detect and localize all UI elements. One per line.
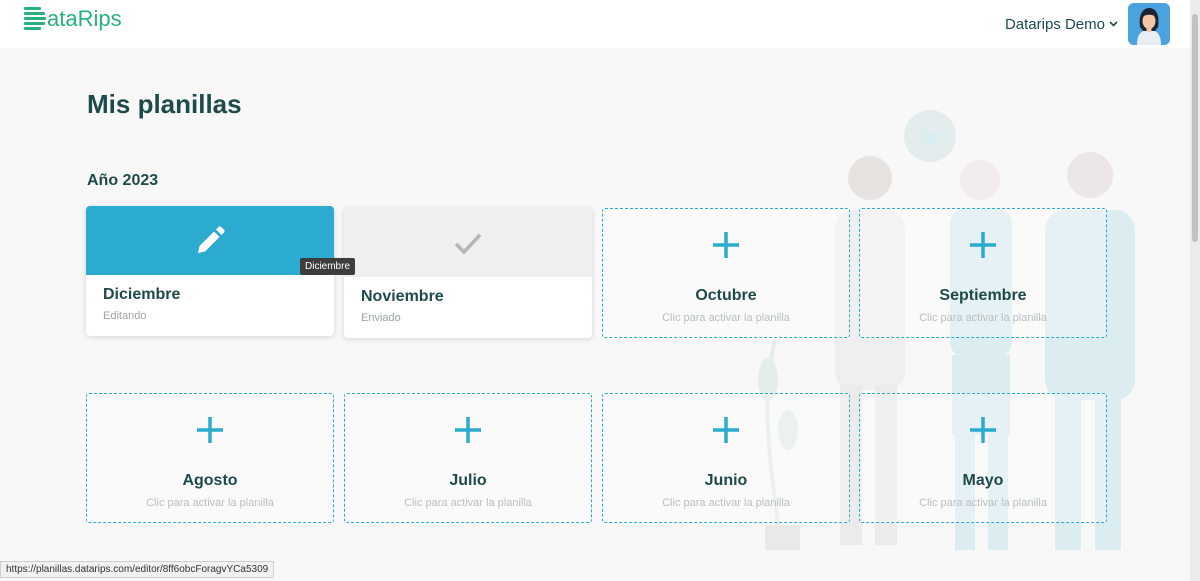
- plus-icon: [197, 417, 223, 443]
- plus-icon: [455, 417, 481, 443]
- check-icon: [454, 233, 482, 255]
- card-hint-text: Clic para activar la planilla: [919, 497, 1047, 509]
- card-month-title: Julio: [449, 472, 487, 489]
- page-title: Mis planillas: [87, 89, 242, 119]
- year-label: Año 2023: [87, 172, 159, 189]
- user-menu[interactable]: Datarips Demo: [1005, 3, 1170, 45]
- avatar[interactable]: [1128, 3, 1170, 45]
- card-month-title: Septiembre: [939, 287, 1027, 304]
- month-card-septiembre[interactable]: Septiembre Clic para activar la planilla: [859, 208, 1107, 338]
- card-hint-text: Clic para activar la planilla: [146, 497, 274, 509]
- plus-icon: [713, 417, 739, 443]
- card-month-title: Mayo: [962, 472, 1004, 489]
- month-card-mayo[interactable]: Mayo Clic para activar la planilla: [859, 393, 1107, 523]
- user-name: Datarips Demo: [1004, 15, 1105, 33]
- top-header: ataRips Datarips Demo: [0, 0, 1200, 48]
- plus-icon: [713, 232, 739, 258]
- card-tooltip: Diciembre: [300, 258, 356, 275]
- pencil-icon: [198, 225, 225, 253]
- card-month-title: Junio: [704, 472, 748, 489]
- card-hint-text: Clic para activar la planilla: [404, 497, 532, 509]
- plus-icon: [970, 232, 996, 258]
- card-hint-text: Clic para activar la planilla: [919, 312, 1047, 324]
- month-card-junio[interactable]: Junio Clic para activar la planilla: [602, 393, 850, 523]
- card-header: [344, 208, 592, 277]
- datarips-logo[interactable]: ataRips: [24, 5, 122, 33]
- month-card-noviembre[interactable]: Noviembre Enviado: [344, 208, 592, 338]
- month-card-octubre[interactable]: Octubre Clic para activar la planilla: [602, 208, 850, 338]
- card-status-text: Editando: [103, 310, 147, 322]
- card-hint-text: Clic para activar la planilla: [662, 497, 790, 509]
- month-card-diciembre[interactable]: Diciembre Editando: [86, 206, 334, 336]
- logo-text: ataRips: [47, 6, 122, 31]
- card-header: [86, 206, 334, 275]
- card-month-title: Agosto: [182, 472, 238, 489]
- card-month-title: Octubre: [695, 287, 757, 304]
- card-hint-text: Clic para activar la planilla: [662, 312, 790, 324]
- scrollbar-thumb[interactable]: [1192, 14, 1198, 242]
- month-card-agosto[interactable]: Agosto Clic para activar la planilla: [86, 393, 334, 523]
- card-month-title: Diciembre: [103, 286, 181, 303]
- plus-icon: [970, 417, 996, 443]
- status-bar-url: https://planillas.datarips.com/editor/8f…: [0, 561, 275, 578]
- logo-d-icon: [24, 7, 46, 31]
- chevron-down-icon: [1109, 21, 1118, 27]
- card-month-title: Noviembre: [361, 288, 444, 305]
- page-scrollbar[interactable]: [1190, 0, 1200, 581]
- card-status-text: Enviado: [361, 312, 401, 324]
- month-card-julio[interactable]: Julio Clic para activar la planilla: [344, 393, 592, 523]
